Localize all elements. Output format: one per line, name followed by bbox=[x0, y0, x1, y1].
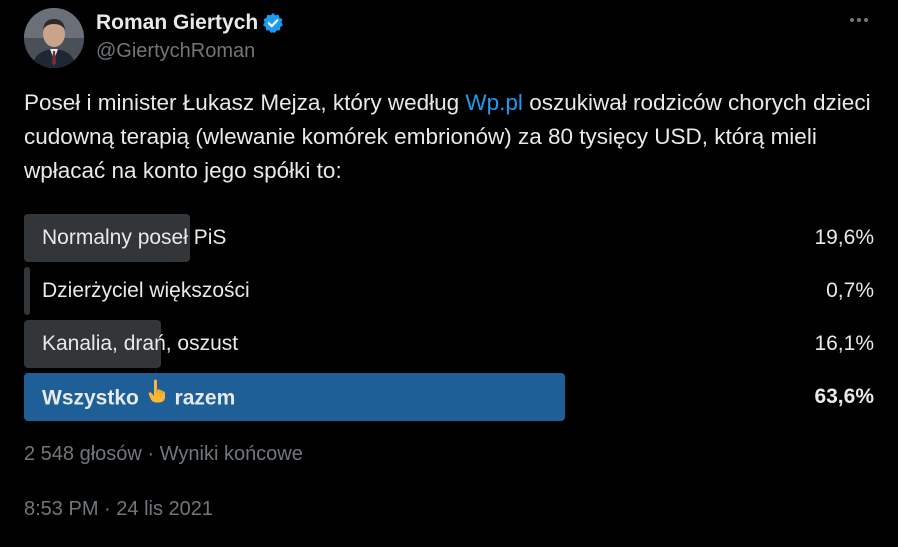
poll-option: Normalny poseł PiS 19,6% bbox=[24, 214, 874, 262]
poll-option-label: Kanalia, drań, oszust bbox=[42, 332, 239, 355]
poll-option-percent: 19,6% bbox=[814, 226, 874, 249]
tweet-text: Poseł i minister Łukasz Mejza, który wed… bbox=[24, 86, 874, 188]
poll-option-label: Dzierżyciel większości bbox=[42, 279, 250, 302]
poll-option-percent: 63,6% bbox=[814, 385, 874, 408]
author-display-name[interactable]: Roman Giertych bbox=[96, 11, 258, 35]
tweet-text-before-link: Poseł i minister Łukasz Mejza, który wed… bbox=[24, 90, 466, 115]
author-handle[interactable]: @GiertychRoman bbox=[96, 40, 284, 63]
verified-badge-icon[interactable] bbox=[262, 12, 284, 34]
poll-option-percent: 0,7% bbox=[826, 279, 874, 302]
poll-option: Kanalia, drań, oszust 16,1% bbox=[24, 320, 874, 368]
tweet-header: Roman Giertych @GiertychRoman bbox=[24, 8, 874, 68]
pointing-up-hand-icon bbox=[147, 373, 167, 421]
tweet-timestamp[interactable]: 8:53 PM · 24 lis 2021 bbox=[24, 498, 213, 521]
poll-vote-count: 2 548 głosów bbox=[24, 443, 142, 465]
avatar-photo bbox=[24, 8, 84, 68]
poll-option-winner: Wszystko razem 63,6% bbox=[24, 373, 874, 421]
poll: Normalny poseł PiS 19,6% Dzierżyciel wię… bbox=[24, 214, 874, 426]
poll-option-label-end: razem bbox=[174, 386, 236, 410]
poll-meta: 2 548 głosów · Wyniki końcowe bbox=[24, 443, 303, 466]
author-info: Roman Giertych @GiertychRoman bbox=[96, 10, 284, 63]
tweet-date: 24 lis 2021 bbox=[116, 498, 214, 520]
poll-option-label: Normalny poseł PiS bbox=[42, 226, 227, 249]
poll-option-percent: 16,1% bbox=[814, 332, 874, 355]
display-name-row: Roman Giertych bbox=[96, 10, 284, 36]
avatar[interactable] bbox=[24, 8, 84, 68]
poll-option-label-start: Wszystko bbox=[42, 386, 139, 410]
timestamp-separator: · bbox=[104, 498, 111, 520]
poll-meta-separator: · bbox=[147, 443, 155, 465]
poll-option-bar bbox=[24, 267, 30, 315]
more-options-icon[interactable] bbox=[844, 10, 874, 30]
poll-option: Dzierżyciel większości 0,7% bbox=[24, 267, 874, 315]
tweet-link[interactable]: Wp.pl bbox=[465, 90, 523, 115]
poll-option-label: Wszystko razem bbox=[42, 373, 235, 421]
poll-status: Wyniki końcowe bbox=[159, 443, 303, 465]
tweet-time: 8:53 PM bbox=[24, 498, 99, 520]
